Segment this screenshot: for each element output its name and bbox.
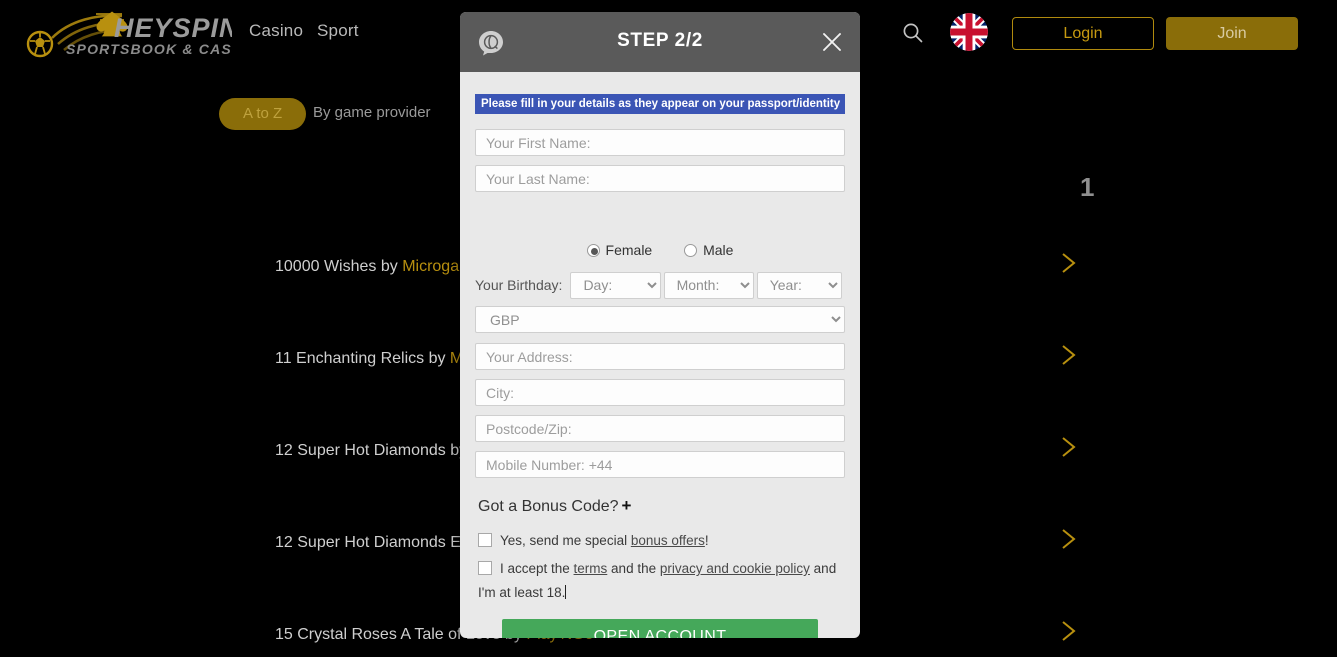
modal-header: STEP 2/2 — [460, 12, 860, 72]
page-number[interactable]: 1 — [1080, 172, 1094, 203]
birthday-year-select[interactable]: Year: — [756, 271, 842, 299]
chevron-right-icon[interactable] — [1057, 250, 1079, 276]
bonus-offers-checkbox[interactable] — [478, 533, 492, 547]
svg-text:SPORTSBOOK & CASINO: SPORTSBOOK & CASINO — [66, 41, 232, 57]
game-title: 12 Super Hot Diamonds by — [275, 442, 471, 459]
open-account-button[interactable]: OPEN ACCOUNT — [502, 619, 818, 638]
tab-by-game-provider[interactable]: By game provider — [313, 104, 431, 121]
bonus-code-label: Got a Bonus Code? — [478, 498, 619, 515]
bonus-offers-text-post: ! — [704, 533, 709, 548]
birthday-label: Your Birthday: — [475, 277, 563, 293]
nav-item-sport[interactable]: Sport — [317, 21, 359, 41]
chevron-right-icon[interactable] — [1057, 618, 1079, 644]
gender-female-label: Female — [605, 242, 653, 258]
chevron-right-icon[interactable] — [1057, 434, 1079, 460]
radio-female[interactable] — [586, 244, 600, 257]
chevron-right-icon[interactable] — [1057, 342, 1079, 368]
first-name-input[interactable] — [475, 129, 845, 156]
currency-select[interactable]: GBP — [475, 306, 845, 333]
bonus-offers-text-pre: Yes, send me special — [500, 533, 631, 548]
terms-text-pre: I accept the — [500, 561, 574, 576]
gender-radio-group: Female Male — [460, 242, 860, 258]
svg-text:HEYSPIN: HEYSPIN — [114, 13, 232, 43]
game-title: 10000 Wishes by — [275, 258, 403, 275]
birthday-month-select[interactable]: Month: — [663, 271, 754, 299]
chevron-right-icon[interactable] — [1057, 526, 1079, 552]
gender-option-female[interactable]: Female — [586, 242, 657, 258]
plus-icon[interactable]: + — [622, 496, 632, 515]
terms-consent-row: I accept the terms and the privacy and c… — [478, 557, 846, 605]
passport-notice: Please fill in your details as they appe… — [475, 94, 845, 114]
tab-a-to-z[interactable]: A to Z — [219, 98, 307, 130]
text-caret — [565, 585, 567, 599]
gender-option-male[interactable]: Male — [684, 242, 733, 258]
city-input[interactable] — [475, 379, 845, 406]
registration-modal: STEP 2/2 Please fill in your details as … — [460, 12, 860, 638]
mobile-number-input[interactable] — [475, 451, 845, 478]
bonus-code-toggle[interactable]: Got a Bonus Code? + — [478, 496, 631, 516]
bonus-offers-link[interactable]: bonus offers — [631, 533, 705, 548]
uk-flag-icon[interactable] — [950, 13, 988, 51]
privacy-policy-link[interactable]: privacy and cookie policy — [660, 561, 810, 576]
game-title: 11 Enchanting Relics by — [275, 350, 450, 367]
login-button[interactable]: Login — [1012, 17, 1154, 50]
last-name-input[interactable] — [475, 165, 845, 192]
terms-text-mid: and the — [607, 561, 660, 576]
birthday-day-select[interactable]: Day: — [570, 271, 661, 299]
terms-checkbox[interactable] — [478, 561, 492, 575]
birthday-row: Your Birthday: Day: Month: Year: — [475, 271, 845, 299]
search-icon[interactable] — [901, 21, 925, 45]
gender-male-label: Male — [703, 242, 734, 258]
bonus-offers-consent-row: Yes, send me special bonus offers! — [478, 529, 846, 553]
postcode-input[interactable] — [475, 415, 845, 442]
modal-title: STEP 2/2 — [617, 30, 703, 51]
terms-link[interactable]: terms — [574, 561, 608, 576]
close-icon[interactable] — [818, 28, 846, 56]
address-input[interactable] — [475, 343, 845, 370]
nav-item-casino[interactable]: Casino — [249, 21, 303, 41]
join-button[interactable]: Join — [1166, 17, 1298, 50]
radio-male[interactable] — [684, 244, 698, 257]
heyspin-logo[interactable]: HEYSPIN SPORTSBOOK & CASINO — [18, 8, 232, 58]
